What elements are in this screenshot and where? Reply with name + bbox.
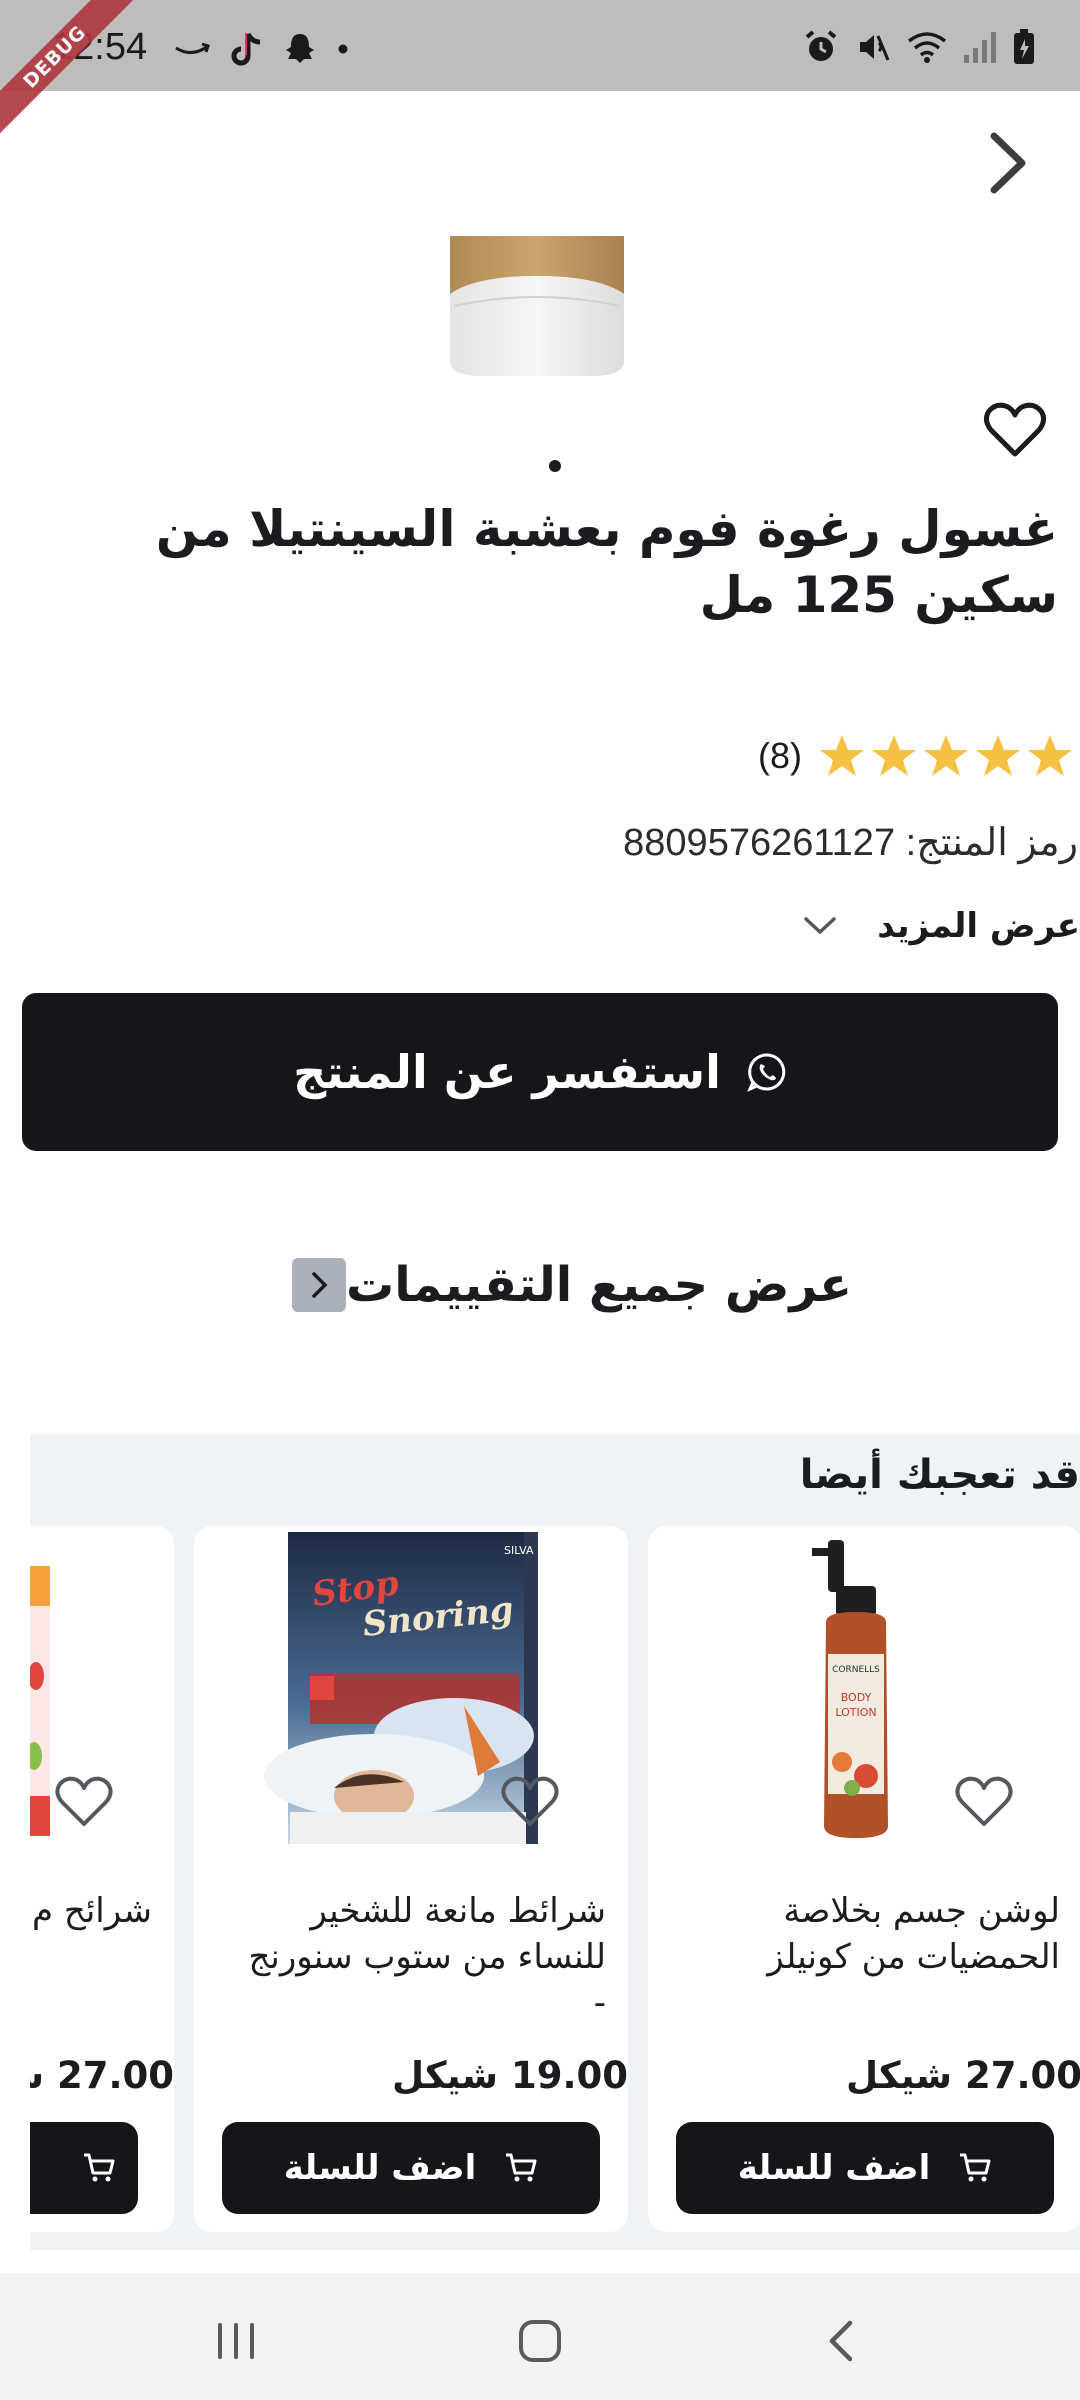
product-sku: رمز المنتج: 8809576261127 — [623, 822, 1078, 864]
back-icon[interactable] — [812, 2311, 872, 2371]
wifi-icon — [907, 32, 947, 63]
dot-icon — [338, 44, 348, 54]
product-card[interactable]: SILVA Stop Snoring شرائط مانعة للشخير لل… — [194, 1526, 628, 2232]
product-card[interactable]: شرائح م فريش م 27.00 ش — [30, 1526, 174, 2232]
svg-text:BODY: BODY — [841, 1691, 872, 1704]
recommendations-section: قد تعجبك أيضا CORNELLS BODY LOTION لوشن … — [30, 1434, 1080, 2250]
notification-icons — [172, 30, 350, 68]
snapchat-icon — [286, 34, 314, 63]
show-more-label: عرض المزيد — [877, 906, 1080, 946]
product-name: شرائط مانعة للشخير للنساء من ستوب سنورنج… — [248, 1891, 606, 2023]
add-to-cart-button[interactable]: اضف للسلة — [222, 2122, 600, 2214]
favorite-heart-icon[interactable] — [54, 1774, 114, 1830]
system-icons — [802, 28, 1036, 66]
rating-count: (8) — [757, 735, 802, 776]
system-nav-bar — [0, 2273, 1080, 2400]
image-pager-dot — [549, 460, 561, 472]
status-bar: 12:54 — [0, 0, 1080, 91]
product-image — [450, 236, 624, 376]
rating-row: (8) — [758, 728, 1074, 784]
battery-icon — [1014, 29, 1034, 64]
inquire-label: استفسر عن المنتج — [293, 1045, 721, 1099]
favorite-heart-icon[interactable] — [954, 1774, 1014, 1830]
whatsapp-icon — [747, 1053, 786, 1092]
all-reviews-label: عرض جميع التقييمات — [346, 1257, 853, 1313]
chevron-down-icon — [804, 917, 837, 935]
product-price: 19.00 شيكل — [392, 2054, 628, 2097]
product-name: شرائح م فريش م — [30, 1891, 152, 1931]
favorite-heart-icon[interactable] — [983, 400, 1047, 460]
product-page: 12:54 DEBUG غسول رغوة فوم بعشبة السينتيل… — [0, 0, 1080, 2400]
cart-icon — [960, 2153, 991, 2182]
star-icon — [1028, 735, 1072, 776]
add-to-cart-label: اضف للسلة — [283, 2148, 477, 2188]
star-icon — [820, 735, 864, 776]
product-card[interactable]: CORNELLS BODY LOTION لوشن جسم بخلاصة الح… — [648, 1526, 1080, 2232]
amazon-icon — [175, 42, 210, 54]
star-icon — [976, 735, 1020, 776]
add-to-cart-button[interactable] — [30, 2122, 138, 2214]
favorite-heart-icon[interactable] — [500, 1774, 560, 1830]
product-price: 27.00 ش — [30, 2054, 174, 2097]
all-reviews-link[interactable]: عرض جميع التقييمات — [292, 1252, 852, 1318]
add-to-cart-button[interactable]: اضف للسلة — [676, 2122, 1054, 2214]
star-icon — [924, 735, 968, 776]
show-more-toggle[interactable]: عرض المزيد — [780, 896, 1080, 956]
back-arrow-icon[interactable] — [980, 130, 1036, 196]
signal-icon — [964, 32, 996, 63]
home-icon[interactable] — [510, 2311, 570, 2371]
recent-apps-icon[interactable] — [206, 2311, 266, 2371]
mute-icon — [860, 35, 890, 61]
chevron-right-icon — [292, 1258, 346, 1312]
box-brand: SILVA — [504, 1544, 534, 1557]
star-icon — [872, 735, 916, 776]
product-title: غسول رغوة فوم بعشبة السينتيلا من سكين 12… — [155, 500, 1058, 624]
tiktok-icon — [231, 32, 261, 66]
svg-text:CORNELLS: CORNELLS — [832, 1665, 880, 1675]
product-name: لوشن جسم بخلاصة الحمضيات من كونيلز — [767, 1891, 1060, 1977]
recommendations-title: قد تعجبك أيضا — [799, 1452, 1080, 1498]
product-price: 27.00 شيكل — [846, 2054, 1080, 2097]
alarm-icon — [805, 30, 837, 61]
add-to-cart-label: اضف للسلة — [737, 2148, 931, 2188]
svg-text:LOTION: LOTION — [835, 1706, 876, 1719]
inquire-product-button[interactable]: استفسر عن المنتج — [22, 993, 1058, 1151]
cart-icon — [84, 2153, 115, 2182]
cart-icon — [506, 2153, 537, 2182]
